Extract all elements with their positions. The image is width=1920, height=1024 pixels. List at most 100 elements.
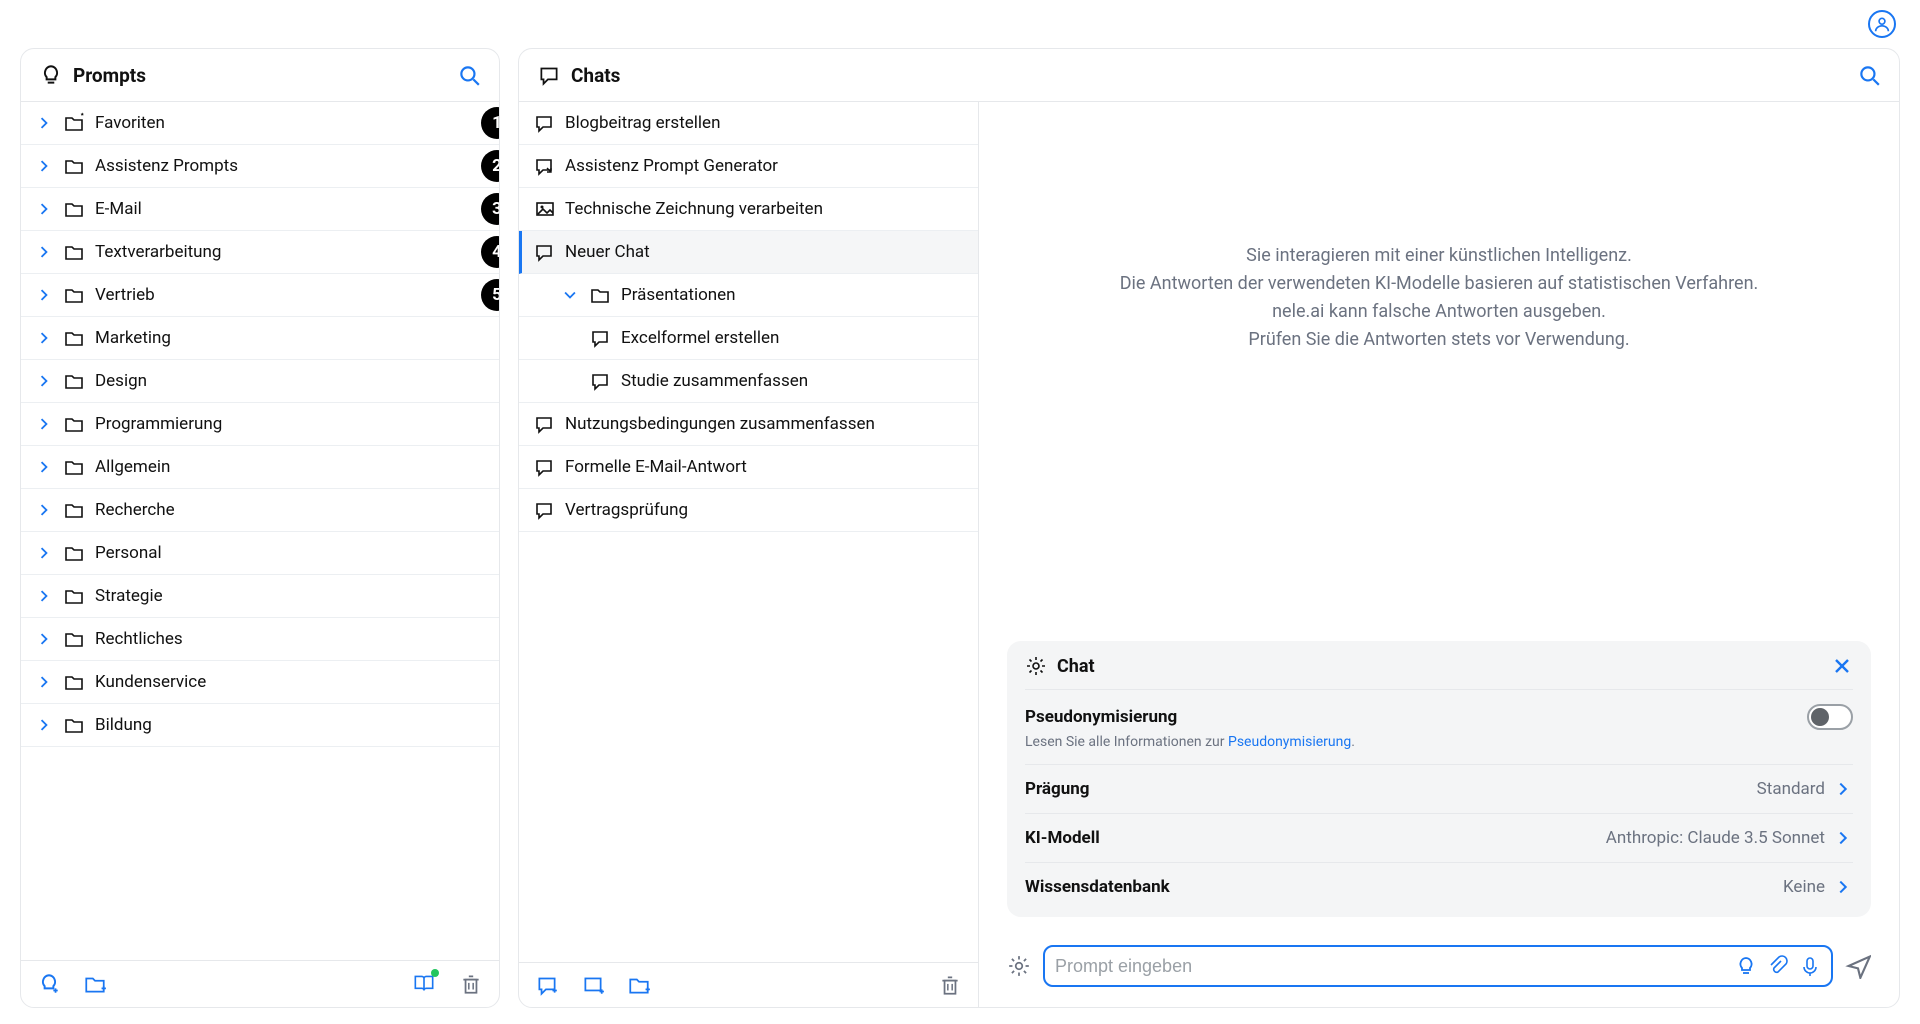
chat-item[interactable]: Neuer Chat [519,231,978,274]
pseudonymization-toggle[interactable] [1807,704,1853,730]
settings-row-model[interactable]: KI-Modell Anthropic: Claude 3.5 Sonnet [1025,813,1853,862]
step-badge: 2 [481,150,499,182]
pseudonymization-link[interactable]: Pseudonymisierung [1228,734,1351,750]
item-label: Kundenservice [95,672,485,692]
settings-row-pseudonymization: Pseudonymisierung Lesen Sie alle Informa… [1025,689,1853,764]
search-icon[interactable] [457,63,481,87]
chevron-right-icon [1833,828,1853,848]
sub-suffix: . [1351,734,1355,750]
chat-arrow-icon [533,155,555,177]
new-prompt-icon[interactable] [37,972,61,996]
chat-settings-card: Chat Pseudonymisierung Lesen Sie alle In… [1007,641,1871,917]
chats-list: Blogbeitrag erstellen Assistenz Prompt Ge… [519,102,978,962]
prompt-input-wrap [1043,945,1833,987]
praegung-value: Standard [1757,779,1825,799]
chat-icon [537,63,561,87]
chat-icon [533,413,555,435]
settings-row-praegung[interactable]: Prägung Standard [1025,764,1853,813]
settings-row-kb[interactable]: Wissensdatenbank Keine [1025,862,1853,911]
new-chat-icon[interactable] [535,973,559,997]
item-label: Studie zusammenfassen [621,371,964,391]
delete-icon[interactable] [938,973,962,997]
prompt-folder-item[interactable]: Vertrieb5 [21,274,499,317]
folder-icon [63,370,85,392]
folder-icon [63,628,85,650]
chevron-right-icon [35,114,53,132]
prompt-folder-item[interactable]: Favoriten1 [21,102,499,145]
folder-icon [63,327,85,349]
chat-item[interactable]: Vertragsprüfung [519,489,978,532]
chat-icon [589,327,611,349]
item-label: Programmierung [95,414,485,434]
item-label: Strategie [95,586,485,606]
item-label: Design [95,371,485,391]
prompt-folder-item[interactable]: Rechtliches [21,618,499,661]
prompt-folder-item[interactable]: Design [21,360,499,403]
item-label: Allgemein [95,457,485,477]
prompt-folder-item[interactable]: Strategie [21,575,499,618]
folder-icon [63,413,85,435]
chevron-right-icon [35,372,53,390]
chat-item[interactable]: Studie zusammenfassen [519,360,978,403]
pseudonymization-label: Pseudonymisierung [1025,707,1177,727]
chat-item[interactable]: Formelle E-Mail-Antwort [519,446,978,489]
chats-title: Chats [571,64,620,87]
chat-item[interactable]: Nutzungsbedingungen zusammenfassen [519,403,978,446]
item-label: Vertragsprüfung [565,500,964,520]
search-icon[interactable] [1857,63,1881,87]
folder-icon [589,284,611,306]
prompt-folder-item[interactable]: Personal [21,532,499,575]
library-icon[interactable] [411,971,437,997]
step-badge: 1 [481,107,499,139]
new-image-chat-icon[interactable] [581,973,605,997]
bulb-icon[interactable] [1735,955,1757,977]
chat-item[interactable]: Blogbeitrag erstellen [519,102,978,145]
item-label: Formelle E-Mail-Antwort [565,457,964,477]
chat-item[interactable]: Assistenz Prompt Generator [519,145,978,188]
prompt-folder-item[interactable]: Textverarbeitung4 [21,231,499,274]
delete-icon[interactable] [459,972,483,996]
close-icon[interactable] [1831,655,1853,677]
prompt-folder-item[interactable]: Kundenservice [21,661,499,704]
prompt-folder-item[interactable]: Bildung [21,704,499,747]
prompt-folder-item[interactable]: E-Mail3 [21,188,499,231]
prompt-folder-item[interactable]: Assistenz Prompts2 [21,145,499,188]
chat-item[interactable]: Excelformel erstellen [519,317,978,360]
chevron-right-icon [35,243,53,261]
prompt-folder-item[interactable]: Allgemein [21,446,499,489]
folder-icon [63,284,85,306]
chat-icon [533,112,555,134]
prompt-folder-item[interactable]: Recherche [21,489,499,532]
new-folder-icon[interactable] [83,972,107,996]
model-value: Anthropic: Claude 3.5 Sonnet [1606,828,1825,848]
gear-icon[interactable] [1025,655,1047,677]
prompt-input-row [979,933,1899,1007]
chevron-right-icon [35,200,53,218]
image-icon [533,198,555,220]
disclaimer-line: Sie interagieren mit einer künstlichen I… [1019,242,1859,270]
sub-prefix: Lesen Sie alle Informationen zur [1025,734,1228,750]
prompt-input[interactable] [1055,956,1725,977]
mic-icon[interactable] [1799,955,1821,977]
item-label: Neuer Chat [565,242,964,262]
item-label: Vertrieb [95,285,485,305]
prompt-folder-item[interactable]: Programmierung [21,403,499,446]
new-folder-icon[interactable] [627,973,651,997]
settings-title: Chat [1057,656,1095,677]
chevron-right-icon [35,415,53,433]
item-label: Favoriten [95,113,485,133]
chat-item[interactable]: Technische Zeichnung verarbeiten [519,188,978,231]
chat-icon [533,456,555,478]
send-icon[interactable] [1845,953,1871,979]
gear-icon[interactable] [1007,954,1031,978]
attach-icon[interactable] [1767,955,1789,977]
item-label: Nutzungsbedingungen zusammenfassen [565,414,964,434]
item-label: Blogbeitrag erstellen [565,113,964,133]
disclaimer-line: Die Antworten der verwendeten KI-Modelle… [1019,270,1859,298]
prompt-folder-item[interactable]: Marketing [21,317,499,360]
folder-icon [63,671,85,693]
chats-panel: Chats Blogbeitrag erstellen Assistenz Pro… [518,48,1900,1008]
chat-folder-item[interactable]: Präsentationen [519,274,978,317]
folder-icon [63,499,85,521]
user-menu[interactable] [1868,10,1896,38]
